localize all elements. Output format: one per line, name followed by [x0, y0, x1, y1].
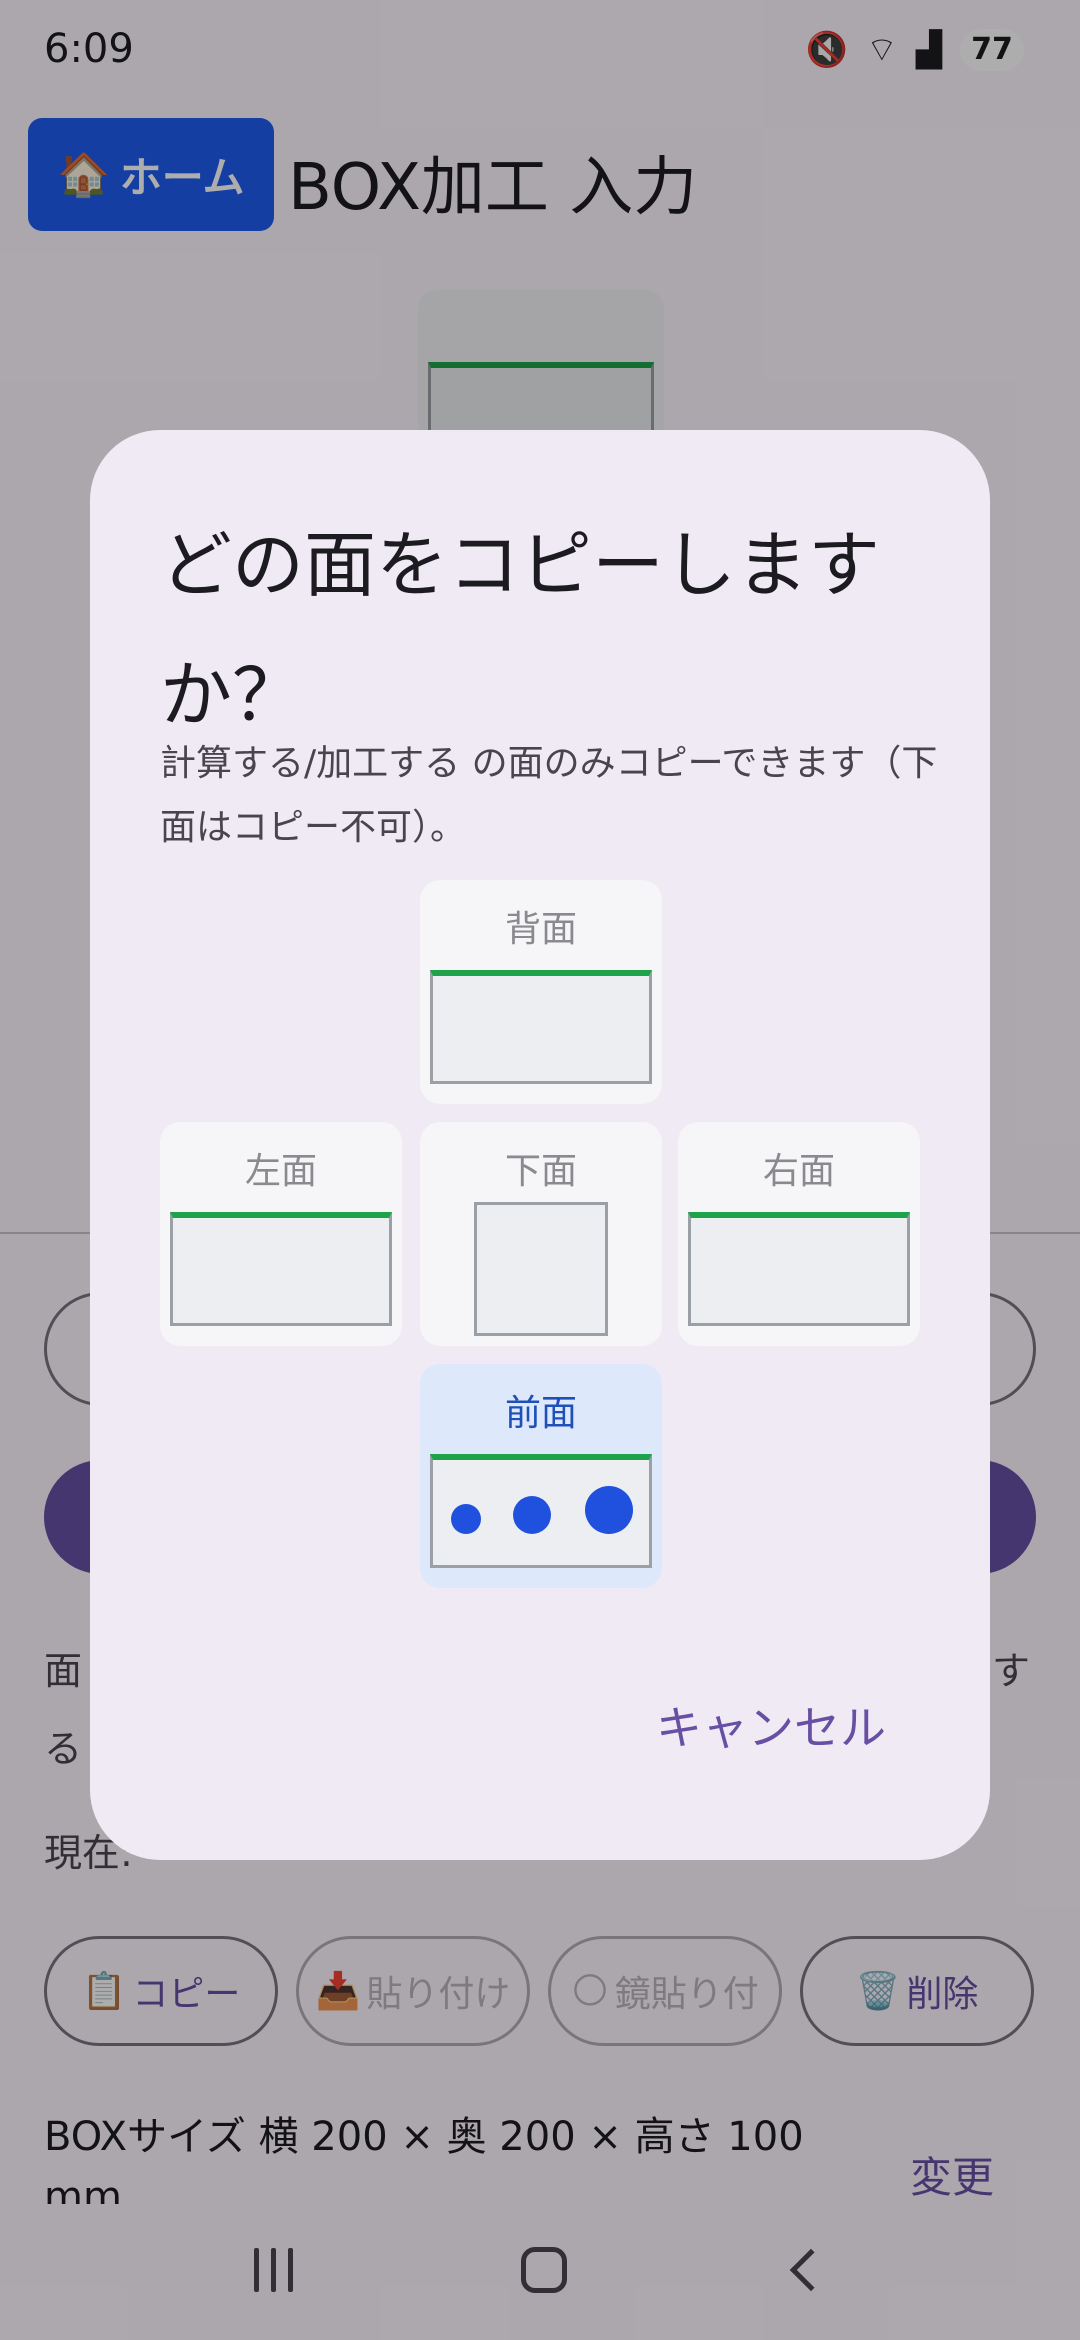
dialog-description: 計算する/加工する の面のみコピーできます（下面はコピー不可）。 [160, 743, 938, 848]
face-rect-right [688, 1212, 910, 1326]
face-label-back: 背面 [504, 909, 577, 950]
face-option-front[interactable]: 前面 [420, 1364, 662, 1588]
dialog-title: どの面をコピーしますか？ [160, 523, 881, 737]
face-rect-bottom [474, 1202, 608, 1336]
face-option-back[interactable]: 背面 [420, 880, 662, 1104]
face-label-front: 前面 [504, 1393, 577, 1434]
face-rect-left [170, 1212, 392, 1326]
face-label-bottom: 下面 [504, 1151, 577, 1192]
copy-face-dialog: どの面をコピーしますか？ 計算する/加工する の面のみコピーできます（下面はコピ… [90, 430, 990, 1860]
face-rect-front [430, 1454, 652, 1568]
face-rect-back [430, 970, 652, 1084]
hole-dot-small [451, 1504, 481, 1534]
face-option-left[interactable]: 左面 [160, 1122, 402, 1346]
cancel-button[interactable]: キャンセル [656, 1692, 886, 1758]
face-option-bottom: 下面 [420, 1122, 662, 1346]
face-label-left: 左面 [244, 1151, 317, 1192]
hole-dot-medium [513, 1496, 551, 1534]
face-option-right[interactable]: 右面 [678, 1122, 920, 1346]
face-label-right: 右面 [762, 1151, 835, 1192]
hole-dot-large [585, 1486, 633, 1534]
